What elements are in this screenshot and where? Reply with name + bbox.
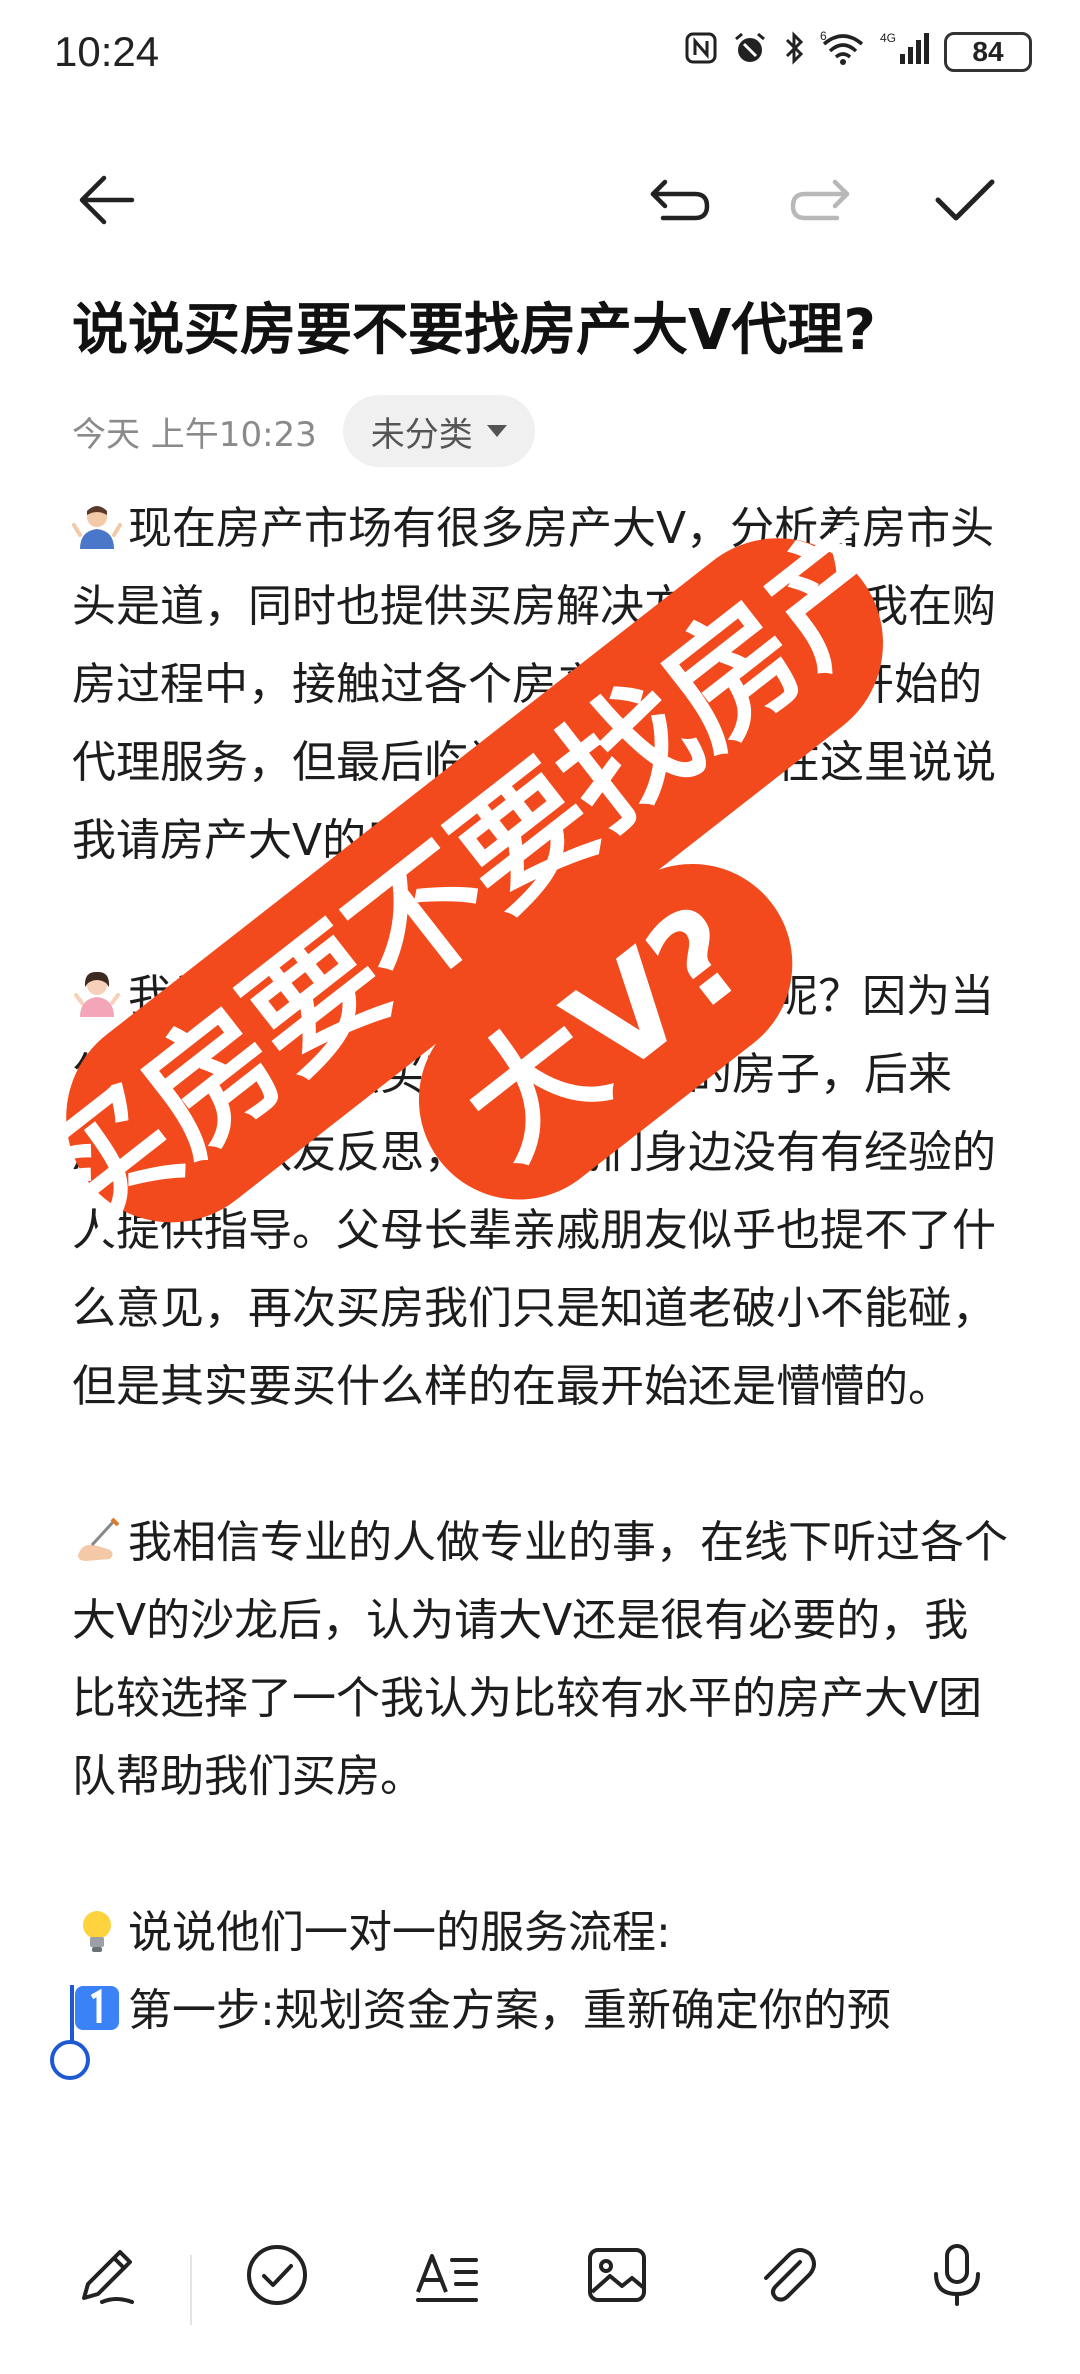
- text-cursor-handle[interactable]: [50, 2040, 90, 2080]
- category-selector[interactable]: 未分类: [342, 395, 535, 467]
- status-time: 10:24: [54, 28, 160, 75]
- paragraph-5-text: 第一步:规划资金方案，重新确定你的预: [128, 1985, 891, 2036]
- status-bar: 10:24 6 4G 84: [0, 0, 1080, 110]
- insert-image-button[interactable]: [572, 2230, 662, 2320]
- signal-icon: 4G: [880, 30, 930, 74]
- note-body[interactable]: 现在房产市场有很多房产大V，分析着房市头头是道，同时也提供买房解决方案服务。我在…: [72, 490, 1012, 2170]
- battery-icon: 84: [944, 32, 1032, 72]
- chevron-down-icon: [486, 425, 507, 437]
- note-title[interactable]: 说说买房要不要找房产大V代理?: [72, 285, 1032, 366]
- person-shrugging-emoji-icon: [72, 506, 122, 549]
- keycap-one-emoji-icon: [75, 1986, 119, 2030]
- paragraph-4: 说说他们一对一的服务流程:: [72, 1894, 1012, 1972]
- paragraph-1: 现在房产市场有很多房产大V，分析着房市头头是道，同时也提供买房解决方案服务。我在…: [72, 490, 1012, 880]
- checklist-icon: [247, 2245, 307, 2305]
- redo-button[interactable]: [780, 160, 860, 240]
- paragraph-2: 我为什么会找房产大V代理我买房呢？因为当年一个头脑一热买了顶层老破小的房子，后来…: [72, 958, 1012, 1426]
- undo-icon: [650, 179, 710, 221]
- undo-button[interactable]: [640, 160, 720, 240]
- attachment-button[interactable]: [742, 2230, 832, 2320]
- wifi-label: 6: [820, 30, 827, 43]
- paragraph-1-text: 现在房产市场有很多房产大V，分析着房市头头是道，同时也提供买房解决方案服务。我在…: [72, 503, 996, 866]
- redo-icon: [790, 179, 850, 221]
- text-format-icon: [416, 2254, 478, 2302]
- writing-hand-emoji-icon: [78, 1517, 120, 1561]
- network-label: 4G: [880, 31, 896, 45]
- note-date: 今天 上午10:23: [72, 414, 317, 455]
- nfc-icon: [684, 31, 718, 73]
- text-cursor-line[interactable]: [70, 1985, 74, 2045]
- wifi-icon: 6: [820, 29, 866, 74]
- alarm-icon: [732, 30, 768, 74]
- microphone-icon: [934, 2244, 980, 2306]
- paragraph-4-text: 说说他们一对一的服务流程:: [128, 1907, 671, 1958]
- back-button[interactable]: [66, 160, 146, 240]
- checklist-button[interactable]: [232, 2230, 322, 2320]
- paragraph-5: 第一步:规划资金方案，重新确定你的预: [72, 1972, 1012, 2050]
- back-arrow-icon: [79, 175, 135, 225]
- person-tipping-hand-emoji-icon: [74, 971, 120, 1017]
- check-icon: [935, 179, 995, 221]
- pen-icon: [82, 2250, 134, 2304]
- status-icons: 6 4G 84: [684, 29, 1032, 74]
- attachment-icon: [764, 2248, 816, 2302]
- voice-input-button[interactable]: [912, 2230, 1002, 2320]
- paragraph-3-text: 我相信专业的人做专业的事，在线下听过各个大V的沙龙后，认为请大V还是很有必要的，…: [72, 1517, 1008, 1802]
- bottom-toolbar: [0, 2200, 1080, 2374]
- paragraph-3: 我相信专业的人做专业的事，在线下听过各个大V的沙龙后，认为请大V还是很有必要的，…: [72, 1504, 1012, 1816]
- paragraph-2-text: 我为什么会找房产大V代理我买房呢？因为当年一个头脑一热买了顶层老破小的房子，后来…: [72, 971, 996, 1412]
- editor-toolbar: [0, 140, 1080, 260]
- draw-button[interactable]: [62, 2230, 152, 2320]
- text-format-button[interactable]: [402, 2230, 492, 2320]
- image-icon: [588, 2248, 646, 2302]
- category-label: 未分类: [370, 414, 473, 455]
- light-bulb-emoji-icon: [83, 1911, 111, 1952]
- bluetooth-icon: [782, 30, 806, 74]
- note-meta: 今天 上午10:23 未分类: [72, 395, 535, 467]
- toolbar-divider: [190, 2255, 192, 2325]
- save-check-button[interactable]: [925, 160, 1005, 240]
